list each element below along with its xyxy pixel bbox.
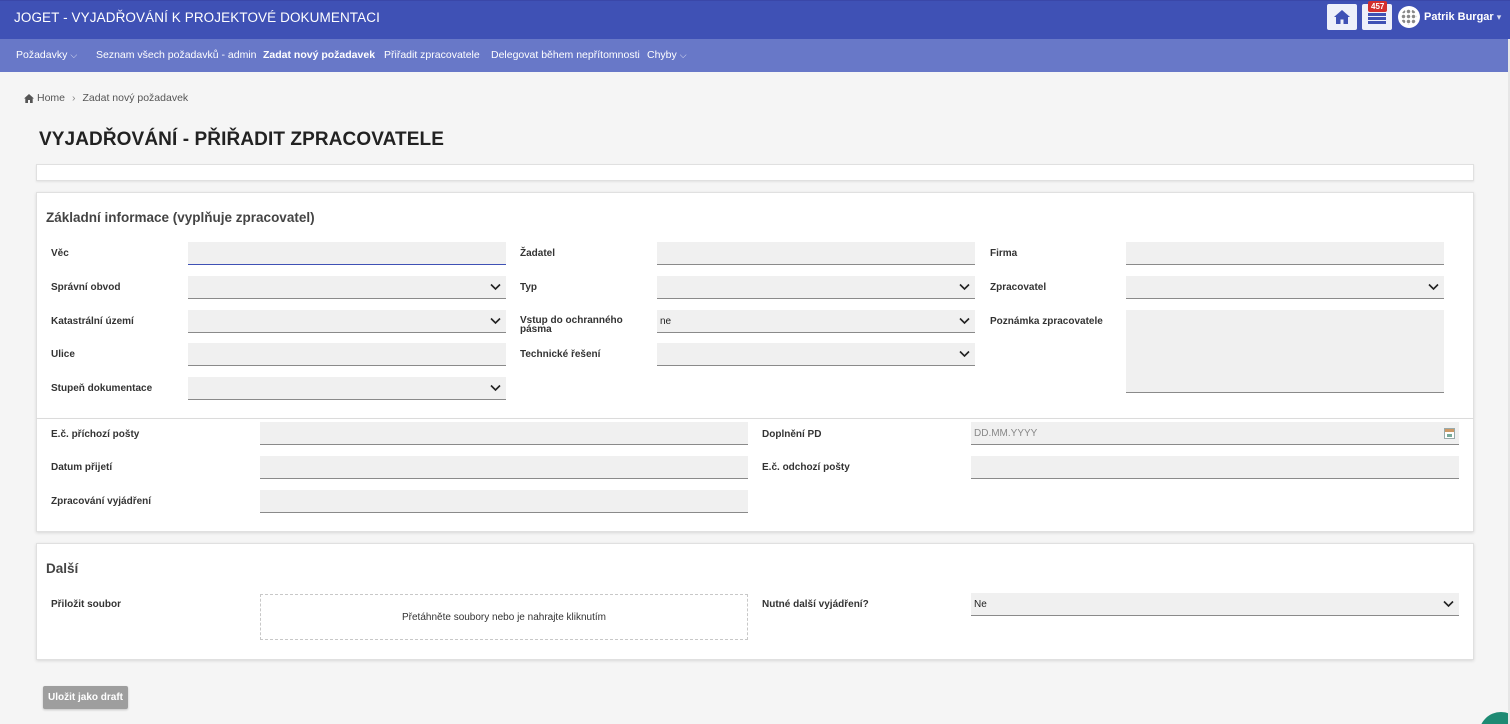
- dropzone-text: Přetáhněte soubory nebo je nahrajte klik…: [401, 611, 606, 623]
- chevron-down-icon: [959, 317, 970, 325]
- home-icon: [1334, 10, 1350, 24]
- label-katastralni-uzemi: Katastrální území: [51, 316, 134, 327]
- label-typ: Typ: [520, 282, 538, 293]
- nav-item-label: Chyby: [647, 49, 677, 61]
- floating-action-button[interactable]: [1479, 712, 1510, 724]
- vstup-value: ne: [660, 315, 672, 327]
- date-placeholder: DD.MM.YYYY: [974, 427, 1038, 439]
- doplneni-pd-date-input[interactable]: DD.MM.YYYY: [971, 422, 1459, 445]
- chevron-down-icon: [490, 283, 501, 291]
- label-ulice: Ulice: [51, 349, 75, 360]
- section-title-other: Další: [46, 561, 79, 576]
- stupen-select[interactable]: [188, 377, 506, 400]
- chevron-down-icon: ⌵: [679, 50, 687, 60]
- label-technicke-reseni: Technické řešení: [520, 349, 601, 360]
- chevron-down-icon: ▾: [1496, 11, 1502, 22]
- main-nav: Požadavky ⌵ Seznam všech požadavků - admi…: [0, 39, 1510, 72]
- vstup-select[interactable]: ne: [657, 310, 975, 333]
- chevron-down-icon: [959, 350, 970, 358]
- zadatel-input[interactable]: [657, 242, 975, 265]
- label-stupen: Stupeň dokumentace: [51, 383, 153, 394]
- breadcrumb-home-link[interactable]: Home: [37, 92, 65, 104]
- label-prilozit: Přiložit soubor: [51, 599, 121, 610]
- section-title-basic: Základní informace (vyplňuje zpracovatel…: [46, 210, 315, 225]
- app-title: JOGET - VYJADŘOVÁNÍ K PROJEKTOVÉ DOKUMEN…: [14, 10, 380, 25]
- nav-item-priradit[interactable]: Přiřadit zpracovatele: [384, 49, 480, 61]
- nav-item-pozadavky[interactable]: Požadavky ⌵: [16, 49, 77, 61]
- label-ec-prichozi: E.č. příchozí pošty: [51, 429, 140, 440]
- label-vstup-line2: pásma: [520, 324, 552, 335]
- ulice-input[interactable]: [188, 343, 506, 366]
- katastralni-uzemi-select[interactable]: [188, 310, 506, 333]
- user-name: Patrik Burgar: [1424, 11, 1494, 23]
- save-draft-button[interactable]: Uložit jako draft: [43, 686, 128, 709]
- label-ec-odchozi: E.č. odchozí pošty: [762, 462, 850, 473]
- poznamka-textarea[interactable]: [1126, 310, 1444, 393]
- technicke-reseni-select[interactable]: [657, 343, 975, 366]
- chevron-down-icon: [1443, 600, 1454, 608]
- nav-item-delegovat[interactable]: Delegovat během nepřítomnosti: [491, 49, 640, 61]
- typ-select[interactable]: [657, 276, 975, 299]
- breadcrumb-current: Zadat nový požadavek: [82, 92, 189, 104]
- label-vec: Věc: [51, 248, 69, 259]
- nutne-select[interactable]: Ne: [971, 593, 1459, 616]
- label-firma: Firma: [990, 248, 1018, 259]
- chevron-down-icon: [1428, 283, 1439, 291]
- chevron-down-icon: [490, 384, 501, 392]
- nav-item-label: Požadavky: [16, 49, 68, 61]
- inbox-count-badge: 457: [1368, 1, 1388, 12]
- nav-item-seznam-admin[interactable]: Seznam všech požadavků - admin: [96, 49, 257, 61]
- file-dropzone[interactable]: Přetáhněte soubory nebo je nahrajte klik…: [260, 594, 748, 640]
- label-zpracovatel: Zpracovatel: [990, 282, 1047, 293]
- datum-prijeti-input[interactable]: [260, 456, 748, 479]
- firma-input[interactable]: [1126, 242, 1444, 265]
- top-bar: JOGET - VYJADŘOVÁNÍ K PROJEKTOVÉ DOKUMEN…: [0, 0, 1510, 39]
- chevron-down-icon: [959, 283, 970, 291]
- user-menu[interactable]: Patrik Burgar ▾: [1398, 4, 1506, 30]
- zpracovatel-select[interactable]: [1126, 276, 1444, 299]
- chevron-down-icon: [490, 317, 501, 325]
- label-datum-prijeti: Datum přijetí: [51, 462, 113, 473]
- label-spravni-obvod: Správní obvod: [51, 282, 121, 293]
- calendar-icon[interactable]: [1444, 428, 1455, 439]
- empty-panel: [36, 164, 1474, 181]
- ec-odchozi-input[interactable]: [971, 456, 1459, 479]
- breadcrumb: Home › Zadat nový požadavek: [24, 92, 188, 104]
- label-doplneni-pd: Doplnění PD: [762, 429, 822, 440]
- chevron-down-icon: ⌵: [70, 50, 78, 60]
- ec-prichozi-input[interactable]: [260, 422, 748, 445]
- nutne-value: Ne: [974, 598, 987, 610]
- nav-item-chyby[interactable]: Chyby ⌵: [647, 49, 687, 61]
- label-zadatel: Žadatel: [520, 248, 556, 259]
- page-title: VYJADŘOVÁNÍ - PŘIŘADIT ZPRACOVATELE: [39, 129, 444, 150]
- label-zpracovani: Zpracování vyjádření: [51, 496, 152, 507]
- chevron-right-icon: ›: [72, 92, 76, 104]
- avatar: [1398, 6, 1420, 28]
- label-nutne: Nutné další vyjádření?: [762, 599, 869, 610]
- spravni-obvod-select[interactable]: [188, 276, 506, 299]
- home-icon: [24, 93, 34, 103]
- label-poznamka: Poznámka zpracovatele: [990, 316, 1103, 327]
- nav-item-zadat[interactable]: Zadat nový požadavek: [263, 49, 375, 61]
- home-button[interactable]: [1327, 4, 1357, 30]
- zpracovani-input[interactable]: [260, 490, 748, 513]
- vec-input[interactable]: [188, 242, 506, 265]
